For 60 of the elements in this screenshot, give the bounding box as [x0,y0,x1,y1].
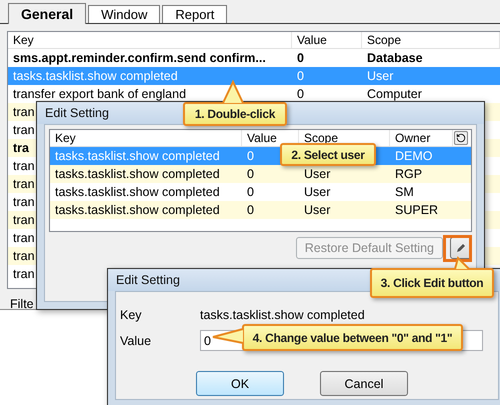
tab[interactable]: Window [88,5,160,23]
owner-row[interactable]: tasks.tasklist.show completed 0 User SUPER [50,201,471,219]
key-text: tran [12,231,35,245]
callout-tooltip: 3. Click Edit button [370,268,494,298]
key-text: tran [12,159,35,173]
scope-text: User [303,185,330,199]
owner-text: SM [394,185,414,199]
value-text: 0 [296,87,304,101]
pointer-tooltip [222,81,244,104]
key-label: Key [120,308,143,322]
value-text: 0 [246,149,254,163]
key-text: tran [12,105,35,119]
ok-button[interactable]: OK [196,371,284,396]
owner-text: RGP [394,167,422,181]
key-text: tasks.tasklist.show completed [12,69,178,83]
key-text: sms.appt.reminder.confirm.send confirm... [12,51,266,65]
key-text: tra [12,141,29,155]
key-text: tran [12,177,35,191]
scope-text: User [303,167,330,181]
scope-text: User [366,69,394,83]
key-text: tran [12,195,35,209]
callout-tooltip: 1. Double-click [183,102,287,126]
scope-text: Computer [366,87,422,101]
tab[interactable]: General [8,3,86,24]
scope-text: User [303,203,330,217]
pointer-tooltip [212,328,244,344]
owner-text: SUPER [394,203,438,217]
refresh-button[interactable] [454,131,468,145]
pointer-tooltip [453,257,471,270]
key-text: transfer export bank of england [12,87,186,101]
owner-row[interactable]: tasks.tasklist.show completed 0 User RGP [50,165,471,183]
value-text: 0 [296,69,304,83]
value-text: 0 [246,167,254,181]
callout-tooltip: 4. Change value between "0" and "1" [242,324,463,351]
owner-text: DEMO [394,149,432,163]
cancel-button[interactable]: Cancel [320,371,408,396]
tab[interactable]: Report [162,5,228,23]
value-label: Value [120,334,152,348]
column-header[interactable]: Key [8,32,292,48]
key-text: tasks.tasklist.show completed [54,185,220,199]
column-header[interactable]: Scope [362,32,500,48]
filter-label: Filte [9,296,35,311]
key-text: tran [12,213,35,227]
key-text: tasks.tasklist.show completed [54,203,220,217]
column-header[interactable]: Owner [390,130,453,146]
key-text: tran [12,267,35,281]
column-header[interactable]: Value [292,32,362,48]
key-text: tran [12,123,35,137]
pencil-icon [455,242,467,254]
key-text: tasks.tasklist.show completed [54,149,220,163]
key-text: tasks.tasklist.show completed [54,167,220,181]
scope-text: Database [366,51,423,65]
key-value: tasks.tasklist.show completed [200,308,366,322]
value-text: 0 [246,185,254,199]
key-text: tran [12,249,35,263]
value-text: 0 [246,203,254,217]
column-header[interactable]: Key [50,130,242,146]
refresh-icon [456,133,466,143]
callout-tooltip: 2. Select user [280,143,376,166]
value-text: 0 [296,51,304,65]
